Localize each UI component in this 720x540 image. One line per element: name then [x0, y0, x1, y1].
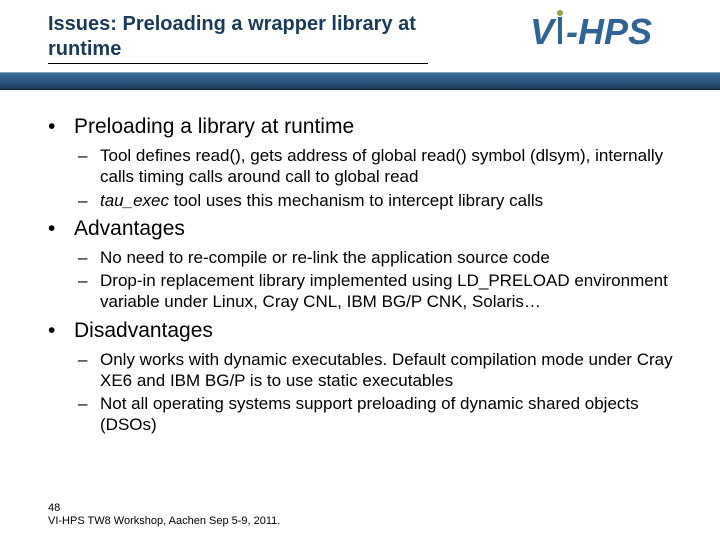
- list-item: Not all operating systems support preloa…: [74, 393, 678, 436]
- sub-bullet-text: No need to re-compile or re-link the app…: [100, 248, 550, 267]
- list-item: tau_exec tool uses this mechanism to int…: [74, 190, 678, 211]
- bullet-list: Preloading a library at runtime Tool def…: [48, 115, 678, 436]
- list-item: Drop-in replacement library implemented …: [74, 270, 678, 313]
- slide-body: Preloading a library at runtime Tool def…: [48, 105, 678, 442]
- logo: V -HPS: [530, 8, 690, 58]
- list-item: Tool defines read(), gets address of glo…: [74, 145, 678, 188]
- sub-bullet-text: Only works with dynamic executables. Def…: [100, 350, 673, 390]
- bullet-text: Advantages: [74, 217, 185, 240]
- sub-list: Only works with dynamic executables. Def…: [74, 349, 678, 436]
- slide-footer: 48 VI-HPS TW8 Workshop, Aachen Sep 5-9, …: [48, 502, 280, 528]
- list-item: Only works with dynamic executables. Def…: [74, 349, 678, 392]
- slide-header: Issues: Preloading a wrapper library at …: [0, 0, 720, 72]
- sub-bullet-text: Drop-in replacement library implemented …: [100, 271, 668, 311]
- slide-title: Issues: Preloading a wrapper library at …: [48, 12, 428, 64]
- list-item: Disadvantages Only works with dynamic ex…: [48, 319, 678, 436]
- list-item: No need to re-compile or re-link the app…: [74, 247, 678, 268]
- sub-list: No need to re-compile or re-link the app…: [74, 247, 678, 313]
- header-divider-bar: [0, 72, 720, 90]
- sub-list: Tool defines read(), gets address of glo…: [74, 145, 678, 211]
- svg-text:-HPS: -HPS: [566, 11, 652, 52]
- vi-hps-logo-icon: V -HPS: [530, 8, 690, 58]
- sub-bullet-text: Not all operating systems support preloa…: [100, 394, 639, 434]
- page-number: 48: [48, 502, 280, 515]
- bullet-text: Preloading a library at runtime: [74, 115, 354, 138]
- sub-bullet-text: Tool defines read(), gets address of glo…: [100, 146, 663, 186]
- sub-bullet-text: tool uses this mechanism to intercept li…: [169, 191, 543, 210]
- list-item: Advantages No need to re-compile or re-l…: [48, 217, 678, 313]
- bullet-text: Disadvantages: [74, 319, 213, 342]
- list-item: Preloading a library at runtime Tool def…: [48, 115, 678, 211]
- sub-bullet-italic: tau_exec: [100, 191, 169, 210]
- footer-text: VI-HPS TW8 Workshop, Aachen Sep 5-9, 201…: [48, 515, 280, 528]
- svg-text:V: V: [530, 11, 557, 52]
